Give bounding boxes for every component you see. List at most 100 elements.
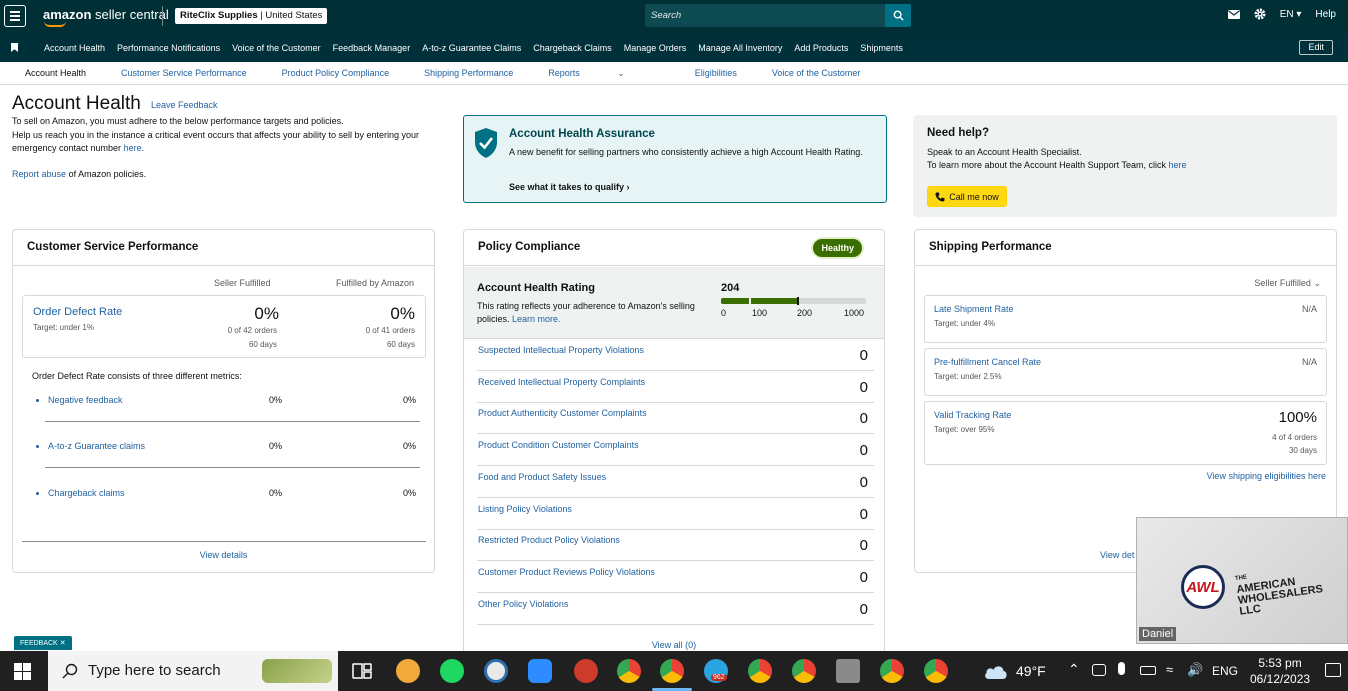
subnav-product-policy[interactable]: Product Policy Compliance [282, 68, 390, 79]
subnav-account-health[interactable]: Account Health [25, 68, 86, 79]
search-input[interactable]: Search [645, 4, 885, 27]
telegram-unread-badge: 962 [711, 674, 727, 681]
bookmark-icon[interactable] [11, 43, 18, 52]
cancel-rate-link[interactable]: Pre-fulfillment Cancel Rate [934, 357, 1041, 367]
volume-icon[interactable]: 🔊 [1187, 662, 1203, 678]
policy-row-link[interactable]: Listing Policy Violations [478, 504, 572, 514]
notifications-icon[interactable] [1325, 663, 1341, 677]
chrome-profile-l-icon[interactable] [660, 659, 684, 683]
policy-row: Received Intellectual Property Complaint… [477, 371, 874, 403]
language-selector[interactable]: EN ▾ [1280, 9, 1302, 20]
close-icon[interactable]: ✕ [60, 640, 66, 647]
chrome-profile-m2-icon[interactable] [792, 659, 816, 683]
chrome-profile-m-icon[interactable] [748, 659, 772, 683]
nav-item-account-health[interactable]: Account Health [44, 43, 105, 53]
metric-a-to-z-link[interactable]: A-to-z Guarantee claims [48, 441, 145, 451]
policy-row-link[interactable]: Other Policy Violations [478, 599, 568, 609]
battery-icon[interactable] [1140, 666, 1156, 675]
feedback-tab[interactable]: FEEDBACK ✕ [14, 636, 72, 650]
cs-view-details-link[interactable]: View details [13, 550, 434, 560]
input-language[interactable]: ENG [1212, 664, 1238, 678]
app-character-icon[interactable] [396, 659, 420, 683]
valid-tracking-link[interactable]: Valid Tracking Rate [934, 410, 1011, 420]
nav-item-add-products[interactable]: Add Products [794, 43, 848, 53]
nav-item-manage-inventory[interactable]: Manage All Inventory [698, 43, 782, 53]
nav-item-chargeback-claims[interactable]: Chargeback Claims [533, 43, 612, 53]
call-me-now-button[interactable]: Call me now [927, 186, 1007, 207]
spotify-icon[interactable] [440, 659, 464, 683]
emergency-contact-link[interactable]: here. [124, 143, 145, 153]
metric-negative-feedback-link[interactable]: Negative feedback [48, 395, 123, 405]
nav-item-a-to-z-claims[interactable]: A-to-z Guarantee Claims [422, 43, 521, 53]
app-red-icon[interactable] [574, 659, 598, 683]
sp-view-details-link[interactable]: View det [1100, 550, 1134, 560]
chrome-profile-r-icon[interactable] [924, 659, 948, 683]
tray-chevron-up-icon[interactable]: ⌃ [1068, 661, 1080, 678]
order-defect-rate-link[interactable]: Order Defect Rate [33, 306, 122, 318]
edit-nav-button[interactable]: Edit [1299, 40, 1333, 55]
policy-row-link[interactable]: Customer Product Reviews Policy Violatio… [478, 567, 655, 577]
hamburger-menu-icon[interactable] [4, 5, 26, 27]
clock-app-icon[interactable] [484, 659, 508, 683]
help-link[interactable]: Help [1315, 9, 1336, 20]
chrome-profile-s-icon[interactable] [880, 659, 904, 683]
microphone-icon[interactable] [1118, 662, 1125, 675]
report-abuse-link[interactable]: Report abuse [12, 169, 66, 179]
late-shipment-box: Late Shipment Rate Target: under 4% N/A [924, 295, 1327, 343]
subnav-eligibilities[interactable]: Eligibilities [695, 68, 737, 79]
ahr-learn-more-link[interactable]: Learn more. [512, 314, 561, 324]
subnav-shipping[interactable]: Shipping Performance [424, 68, 513, 79]
call-button-label: Call me now [949, 191, 999, 202]
leave-feedback-link[interactable]: Leave Feedback [151, 100, 218, 110]
nav-item-voice-of-customer[interactable]: Voice of the Customer [232, 43, 321, 53]
support-team-link[interactable]: here [1168, 160, 1186, 170]
account-switcher[interactable]: RiteClix Supplies | United States [175, 8, 328, 24]
nav-item-shipments[interactable]: Shipments [860, 43, 903, 53]
subnav-reports[interactable]: Reports ⌄ [548, 68, 660, 79]
meet-now-icon[interactable] [1092, 664, 1106, 676]
zoom-icon[interactable] [528, 659, 552, 683]
metric-amazon-value: 0% [403, 441, 417, 451]
valid-tracking-days: 30 days [1288, 446, 1317, 455]
pc-view-all-link[interactable]: View all (0) [464, 640, 884, 650]
cloud-weather-icon[interactable] [983, 662, 1009, 680]
policy-row-link[interactable]: Product Authenticity Customer Complaints [478, 408, 647, 418]
calculator-icon[interactable] [836, 659, 860, 683]
policy-row-count: 0 [859, 378, 868, 396]
wifi-icon[interactable]: ≈ [1166, 662, 1173, 677]
policy-row: Food and Product Safety Issues 0 [477, 466, 874, 498]
policy-row-link[interactable]: Product Condition Customer Complaints [478, 440, 639, 450]
seller-central-logo[interactable]: amazon seller central [43, 7, 169, 22]
policy-row-link[interactable]: Received Intellectual Property Complaint… [478, 377, 645, 387]
bullet-icon [36, 445, 39, 448]
odr-consists-text: Order Defect Rate consists of three diff… [32, 371, 242, 381]
account-health-rating: Account Health Rating This rating reflec… [464, 267, 884, 339]
late-shipment-target: Target: under 4% [934, 319, 995, 328]
gear-icon[interactable] [1254, 8, 1266, 20]
nav-item-manage-orders[interactable]: Manage Orders [624, 43, 687, 53]
assurance-qualify-link[interactable]: See what it takes to qualify › [509, 182, 630, 192]
participant-name: Daniel [1139, 627, 1177, 641]
chrome-icon[interactable] [617, 659, 641, 683]
subnav-voice-of-customer[interactable]: Voice of the Customer [772, 68, 861, 79]
late-shipment-link[interactable]: Late Shipment Rate [934, 304, 1014, 314]
policy-row-link[interactable]: Restricted Product Policy Violations [478, 535, 620, 545]
fulfillment-filter-dropdown[interactable]: Seller Fulfilled ⌄ [1254, 278, 1321, 289]
card-header: Policy Compliance Healthy [464, 230, 884, 266]
policy-row-link[interactable]: Suspected Intellectual Property Violatio… [478, 345, 644, 355]
video-call-overlay[interactable]: AWL THE AMERICAN WHOLESALERS LLC Daniel [1136, 517, 1348, 644]
widget-image-icon[interactable] [262, 659, 332, 683]
task-view-icon[interactable] [350, 659, 374, 683]
ahr-tick: 0 [721, 308, 727, 318]
metric-chargeback-link[interactable]: Chargeback claims [48, 488, 125, 498]
mail-icon[interactable] [1227, 9, 1240, 19]
taskbar-clock[interactable]: 5:53 pm 06/12/2023 [1250, 655, 1310, 687]
nav-item-performance-notifications[interactable]: Performance Notifications [117, 43, 220, 53]
policy-row-link[interactable]: Food and Product Safety Issues [478, 472, 606, 482]
windows-start-icon[interactable] [14, 663, 31, 680]
shipping-eligibilities-link[interactable]: View shipping eligibilities here [1207, 471, 1326, 481]
temperature[interactable]: 49°F [1016, 663, 1046, 679]
nav-item-feedback-manager[interactable]: Feedback Manager [333, 43, 411, 53]
search-button[interactable] [885, 4, 911, 27]
subnav-customer-service[interactable]: Customer Service Performance [121, 68, 247, 79]
